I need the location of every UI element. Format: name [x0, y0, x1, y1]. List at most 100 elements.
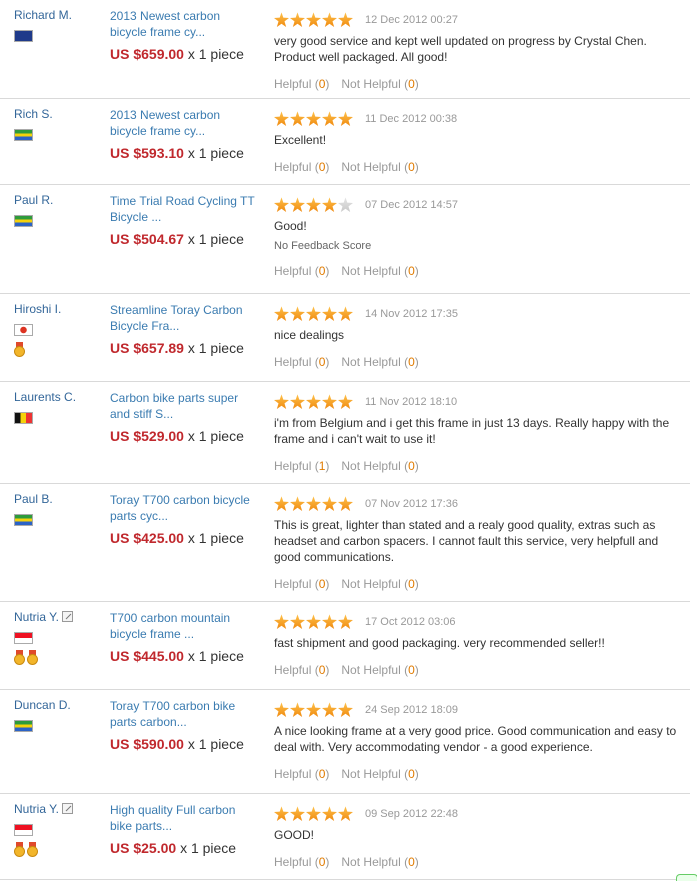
helpfulness-votes: Helpful (0) Not Helpful (0) [274, 663, 686, 677]
star-icon [322, 111, 337, 127]
star-icon [274, 806, 289, 822]
helpfulness-votes: Helpful (0) Not Helpful (0) [274, 577, 686, 591]
country-flag-icon [14, 720, 33, 732]
star-icon [322, 197, 337, 213]
helpful-link[interactable]: Helpful (0) [274, 767, 329, 781]
buyer-info: Nutria Y. [14, 802, 104, 857]
quantity: x 1 piece [187, 428, 244, 444]
country-flag-icon [14, 824, 33, 836]
star-icon [274, 496, 289, 512]
helpful-link[interactable]: Helpful (1) [274, 459, 329, 473]
star-icon [290, 614, 305, 630]
edit-icon[interactable] [61, 803, 73, 814]
review: 07 Dec 2012 14:57 Good! No Feedback Score H… [274, 197, 686, 278]
country-flag-icon [14, 412, 33, 424]
feedback-row: Duncan D. Toray T700 carbon bike parts ca… [0, 690, 690, 794]
review-text: Excellent! [274, 133, 327, 148]
medal-icon [27, 842, 38, 857]
review-text: fast shipment and good packaging. very r… [274, 636, 605, 651]
product-link[interactable]: Streamline Toray Carbon Bicycle Fra... [110, 302, 260, 334]
not-helpful-link[interactable]: Not Helpful (0) [341, 767, 418, 781]
not-helpful-link[interactable]: Not Helpful (0) [341, 77, 418, 91]
buyer-name-link[interactable]: Paul B. [14, 492, 53, 506]
feedback-row: Paul R. Time Trial Road Cycling TT Bicycl… [0, 185, 690, 294]
helpful-count: 0 [318, 663, 326, 678]
not-helpful-link[interactable]: Not Helpful (0) [341, 355, 418, 369]
buyer-name-link[interactable]: Laurents C. [14, 390, 76, 404]
product-link[interactable]: Time Trial Road Cycling TT Bicycle ... [110, 193, 260, 225]
review-date: 07 Dec 2012 14:57 [365, 198, 458, 211]
buyer-name-link[interactable]: Duncan D. [14, 698, 71, 712]
quantity: x 1 piece [187, 231, 244, 247]
star-rating [274, 306, 353, 322]
star-rating [274, 614, 353, 630]
quantity: x 1 piece [187, 46, 244, 62]
helpful-link[interactable]: Helpful (0) [274, 355, 329, 369]
buyer-name-link[interactable]: Hiroshi I. [14, 302, 61, 316]
product-link[interactable]: 2013 Newest carbon bicycle frame cy... [110, 8, 260, 40]
buyer-info: Laurents C. [14, 390, 104, 424]
country-flag-icon [14, 129, 33, 141]
review-text: very good service and kept well updated … [274, 34, 647, 65]
product-link[interactable]: High quality Full carbon bike parts... [110, 802, 260, 834]
product-info: Toray T700 carbon bike parts carbon... US… [110, 698, 260, 752]
feedback-row: Hiroshi I. Streamline Toray Carbon Bicycl… [0, 294, 690, 382]
not-helpful-link[interactable]: Not Helpful (0) [341, 459, 418, 473]
not-helpful-link[interactable]: Not Helpful (0) [341, 264, 418, 278]
helpful-count: 0 [318, 855, 326, 870]
buyer-name-link[interactable]: Richard M. [14, 8, 72, 22]
price-line: US $504.67 x 1 piece [110, 231, 260, 247]
buyer-name-link[interactable]: Paul R. [14, 193, 53, 207]
helpful-link[interactable]: Helpful (0) [274, 77, 329, 91]
helpful-link[interactable]: Helpful (0) [274, 663, 329, 677]
review: 07 Nov 2012 17:36 This is great, lighter … [274, 496, 686, 591]
star-rating [274, 394, 353, 410]
helpful-link[interactable]: Helpful (0) [274, 855, 329, 869]
helpful-link[interactable]: Helpful (0) [274, 577, 329, 591]
product-info: Toray T700 carbon bicycle parts cyc... US… [110, 492, 260, 546]
country-flag-icon [14, 215, 33, 227]
star-icon [290, 702, 305, 718]
feedback-score-note: No Feedback Score [274, 240, 372, 253]
buyer-info: Nutria Y. [14, 610, 104, 665]
helpful-count: 0 [318, 264, 326, 279]
helpfulness-votes: Helpful (0) Not Helpful (0) [274, 264, 686, 278]
review-text: A nice looking frame at a very good pric… [274, 724, 677, 755]
product-link[interactable]: Toray T700 carbon bike parts carbon... [110, 698, 260, 730]
price: US $25.00 [110, 840, 177, 856]
product-link[interactable]: Toray T700 carbon bicycle parts cyc... [110, 492, 260, 524]
helpfulness-votes: Helpful (1) Not Helpful (0) [274, 459, 686, 473]
product-link[interactable]: 2013 Newest carbon bicycle frame cy... [110, 107, 260, 139]
star-rating [274, 496, 353, 512]
star-icon [338, 496, 353, 512]
not-helpful-link[interactable]: Not Helpful (0) [341, 577, 418, 591]
review: 24 Sep 2012 18:09 A nice looking frame at… [274, 702, 686, 781]
review-date: 17 Oct 2012 03:06 [365, 615, 456, 628]
edit-icon[interactable] [61, 611, 73, 622]
country-flag-icon [14, 514, 33, 526]
product-link[interactable]: Carbon bike parts super and stiff S... [110, 390, 260, 422]
country-flag-icon [14, 30, 33, 42]
star-icon [322, 614, 337, 630]
helpful-link[interactable]: Helpful (0) [274, 264, 329, 278]
not-helpful-link[interactable]: Not Helpful (0) [341, 160, 418, 174]
feedback-list: Richard M. 2013 Newest carbon bicycle fra… [0, 0, 690, 880]
product-info: T700 carbon mountain bicycle frame ... US… [110, 610, 260, 664]
review-date: 14 Nov 2012 17:35 [365, 307, 458, 320]
review-date: 11 Nov 2012 18:10 [365, 395, 458, 408]
helpful-link[interactable]: Helpful (0) [274, 160, 329, 174]
buyer-name-link[interactable]: Rich S. [14, 107, 53, 121]
star-icon [274, 614, 289, 630]
quantity: x 1 piece [180, 840, 237, 856]
helpful-count: 1 [318, 459, 326, 474]
not-helpful-link[interactable]: Not Helpful (0) [341, 663, 418, 677]
country-flag-icon [14, 632, 33, 644]
feedback-row: Richard M. 2013 Newest carbon bicycle fra… [0, 0, 690, 99]
review: 17 Oct 2012 03:06 fast shipment and good … [274, 614, 686, 677]
buyer-name-link[interactable]: Nutria Y. [14, 802, 59, 816]
price: US $590.00 [110, 736, 184, 752]
price-line: US $529.00 x 1 piece [110, 428, 260, 444]
buyer-name-link[interactable]: Nutria Y. [14, 610, 59, 624]
product-link[interactable]: T700 carbon mountain bicycle frame ... [110, 610, 260, 642]
not-helpful-link[interactable]: Not Helpful (0) [341, 855, 418, 869]
